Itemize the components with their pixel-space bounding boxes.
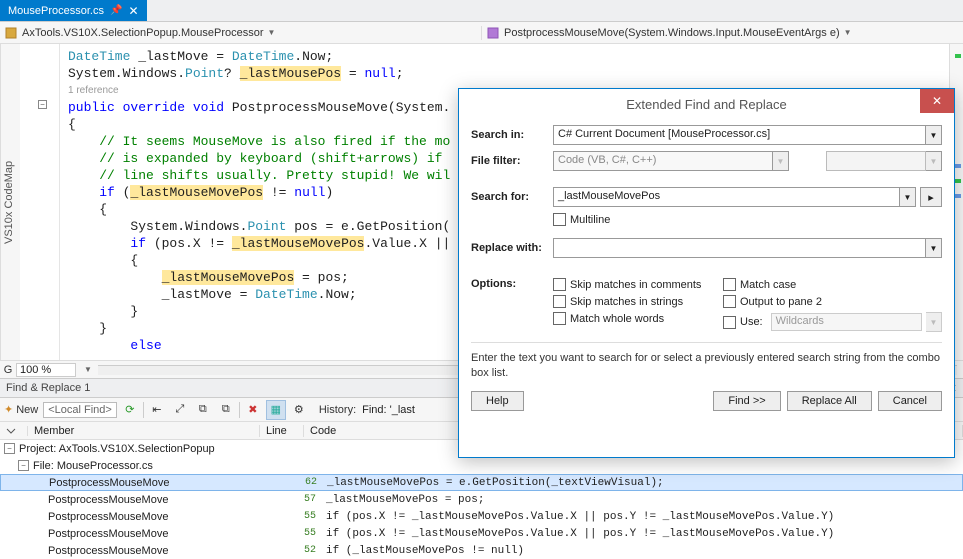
refresh-icon[interactable]: ⟳ [120,400,140,420]
file-filter-label: File filter: [471,155,553,167]
chevron-down-icon: ▼ [926,151,942,171]
settings-icon[interactable]: ⚙ [289,400,309,420]
expand-col[interactable] [0,426,28,436]
use-combo: Wildcards [771,313,922,331]
zoom-combo[interactable]: 100 % [16,363,76,377]
match-case-checkbox[interactable] [723,278,736,291]
history-value: Find: '_last [362,404,415,416]
nav-scope-right[interactable]: PostprocessMouseMove(System.Windows.Inpu… [482,26,963,40]
search-in-label: Search in: [471,129,553,141]
member-column-header[interactable]: Member [28,425,260,437]
collapse-toggle[interactable]: − [38,100,47,109]
replace-with-input[interactable] [553,238,926,258]
file-filter-extra-combo [826,151,926,171]
copy-all-icon[interactable]: ⧉ [216,400,236,420]
collapse-all-icon[interactable]: ⇤ [147,400,167,420]
new-icon[interactable]: ✦ [4,403,13,416]
grip-icon: G [0,364,16,376]
use-checkbox[interactable] [723,316,736,329]
result-row[interactable]: PostprocessMouseMove57_lastMouseMovePos … [0,491,963,508]
regex-helper-button[interactable]: ▸ [920,187,942,207]
tab-bar: MouseProcessor.cs 📌 ✕ [0,0,963,22]
dialog-hint: Enter the text you want to search for or… [471,342,942,381]
scope-combo[interactable]: <Local Find> [43,402,117,418]
expand-all-icon[interactable]: ⤢ [170,400,190,420]
chevron-down-icon: ▼ [926,312,942,332]
nav-bar: AxTools.VS10X.SelectionPopup.MouseProces… [0,22,963,44]
chevron-down-icon[interactable]: ▼ [84,365,92,374]
result-row[interactable]: PostprocessMouseMove55if (pos.X != _last… [0,525,963,542]
result-row[interactable]: PostprocessMouseMove55if (pos.X != _last… [0,508,963,525]
close-icon[interactable]: ✕ [128,4,138,18]
output-pane2-checkbox[interactable] [723,295,736,308]
help-button[interactable]: Help [471,391,524,411]
whole-words-checkbox[interactable] [553,312,566,325]
method-icon [486,26,500,40]
extended-find-replace-dialog: Extended Find and Replace ✕ Search in: C… [458,88,955,458]
multiline-checkbox[interactable] [553,213,566,226]
delete-icon[interactable]: ✖ [243,400,263,420]
result-row[interactable]: PostprocessMouseMove62_lastMouseMovePos … [0,474,963,491]
nav-scope-left[interactable]: AxTools.VS10X.SelectionPopup.MouseProces… [0,26,482,40]
skip-comments-checkbox[interactable] [553,278,566,291]
result-row[interactable]: PostprocessMouseMove52if (_lastMouseMove… [0,542,963,559]
line-column-header[interactable]: Line [260,425,304,437]
options-label: Options: [471,278,553,336]
class-icon [4,26,18,40]
highlight-toggle[interactable]: ▦ [266,400,286,420]
dialog-title: Extended Find and Replace [626,97,786,112]
codemap-side-tab[interactable]: VS10x CodeMap [0,44,20,360]
replace-with-label: Replace with: [471,242,553,254]
collapse-toggle[interactable]: − [18,460,29,471]
chevron-down-icon[interactable]: ▼ [926,238,942,258]
skip-strings-checkbox[interactable] [553,295,566,308]
find-button[interactable]: Find >> [713,391,780,411]
file-filter-combo: Code (VB, C#, C++) [553,151,773,171]
chevron-down-icon[interactable]: ▼ [900,187,916,207]
copy-icon[interactable]: ⧉ [193,400,213,420]
pin-icon[interactable]: 📌 [110,5,122,16]
search-in-combo[interactable]: C# Current Document [MouseProcessor.cs] [553,125,926,145]
file-row[interactable]: − File: MouseProcessor.cs [0,457,963,474]
search-for-input[interactable]: _lastMouseMovePos [553,187,900,207]
collapse-toggle[interactable]: − [4,443,15,454]
replace-all-button[interactable]: Replace All [787,391,872,411]
chevron-down-icon: ▼ [844,28,854,37]
tab-title: MouseProcessor.cs [8,5,104,17]
outline-gutter[interactable]: − [20,44,60,360]
history-label: History: [319,404,356,416]
dialog-close-button[interactable]: ✕ [920,89,954,113]
cancel-button[interactable]: Cancel [878,391,942,411]
panel-title: Find & Replace 1 [6,382,90,394]
chevron-down-icon: ▼ [268,28,278,37]
document-tab[interactable]: MouseProcessor.cs 📌 ✕ [0,0,147,21]
dialog-title-bar[interactable]: Extended Find and Replace ✕ [459,89,954,119]
multiline-label: Multiline [570,214,610,226]
new-label[interactable]: New [16,404,38,416]
chevron-down-icon: ▼ [773,151,789,171]
chevron-down-icon[interactable]: ▼ [926,125,942,145]
search-for-label: Search for: [471,191,553,203]
